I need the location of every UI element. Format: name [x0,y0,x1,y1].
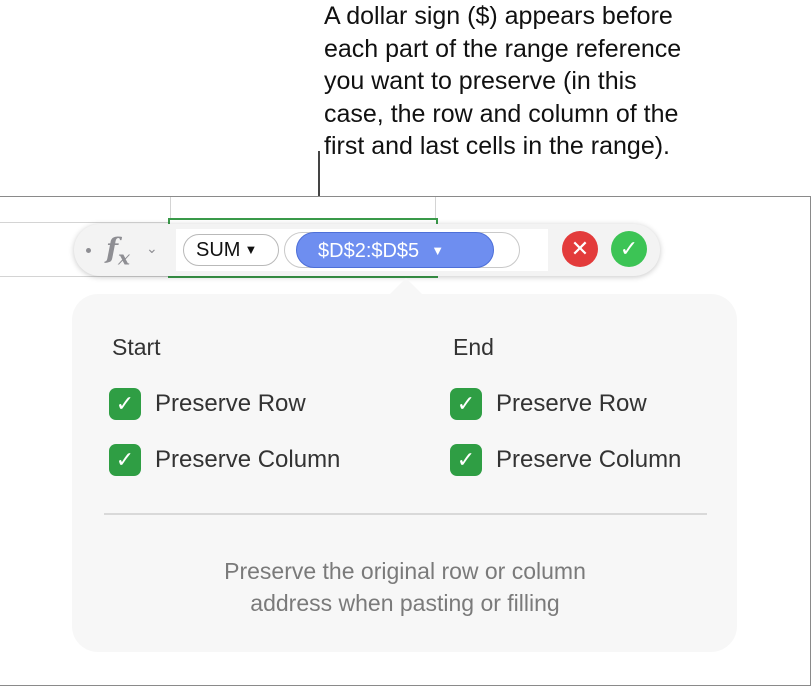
range-token-label: $D$2:$D$5 [318,240,420,262]
end-preserve-column-checkbox[interactable]: ✓ [450,444,482,476]
chevron-down-icon[interactable]: ⌄ [146,240,158,257]
function-token[interactable]: SUM ▼ [183,234,279,266]
function-token-label: SUM [196,239,241,261]
popover-arrow [389,278,423,295]
range-token[interactable]: $D$2:$D$5 ▼ [296,232,494,268]
drag-handle-icon[interactable] [86,248,91,253]
accept-button[interactable]: ✓ [611,231,647,267]
grid-line [0,276,168,277]
end-preserve-column-label: Preserve Column [496,446,682,473]
start-heading: Start [112,334,161,360]
end-heading: End [453,334,494,360]
start-preserve-row-label: Preserve Row [155,390,306,417]
dropdown-arrow-icon: ▼ [244,242,258,257]
divider [104,513,707,515]
end-preserve-row-checkbox[interactable]: ✓ [450,388,482,420]
start-preserve-column-checkbox[interactable]: ✓ [109,444,141,476]
callout-annotation: A dollar sign ($) appears before each pa… [324,2,682,160]
dropdown-arrow-icon: ▼ [431,243,445,258]
end-preserve-row-label: Preserve Row [496,390,647,417]
cancel-button[interactable]: ✕ [562,231,598,267]
grid-line [0,222,168,223]
function-icon[interactable]: fx [106,232,130,270]
start-preserve-row-checkbox[interactable]: ✓ [109,388,141,420]
grid-line [435,197,436,219]
grid-line [170,197,171,219]
start-preserve-column-label: Preserve Column [155,446,341,473]
popover-hint: Preserve the original row or column addr… [224,558,586,616]
